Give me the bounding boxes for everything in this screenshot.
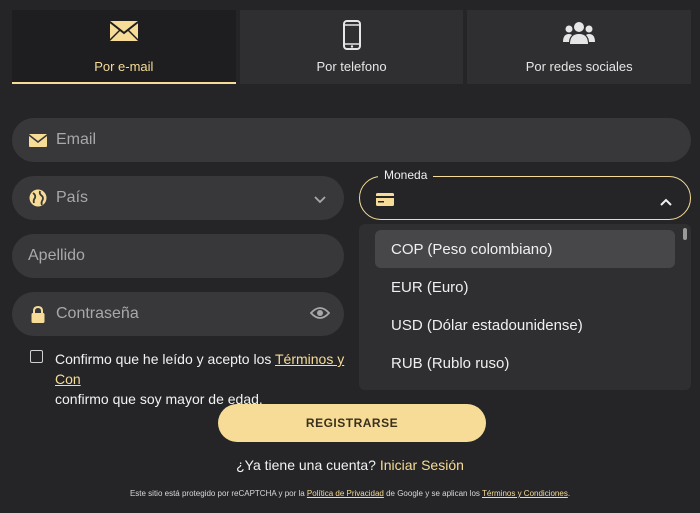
- chevron-up-icon: [660, 193, 672, 211]
- eye-icon[interactable]: [309, 305, 331, 326]
- currency-option-cop[interactable]: COP (Peso colombiano): [375, 230, 675, 268]
- country-select[interactable]: [12, 176, 344, 220]
- dropdown-scrollbar[interactable]: [683, 228, 687, 240]
- envelope-icon: [109, 20, 139, 45]
- currency-select[interactable]: [359, 176, 691, 220]
- terms-conditions-link[interactable]: Términos y Condiciones: [482, 489, 568, 498]
- currency-option-rub[interactable]: RUB (Rublo ruso): [375, 344, 675, 382]
- tab-phone[interactable]: Por telefono: [239, 10, 464, 84]
- recaptcha-text-1: Este sitio está protegido por reCAPTCHA …: [129, 489, 307, 498]
- chevron-down-icon: [314, 191, 326, 209]
- tab-phone-label: Por telefono: [316, 59, 387, 74]
- tab-social-label: Por redes sociales: [525, 59, 633, 74]
- register-button[interactable]: REGISTRARSE: [218, 404, 486, 442]
- tab-social[interactable]: Por redes sociales: [467, 10, 692, 84]
- country-input[interactable]: [56, 189, 296, 207]
- email-field[interactable]: [12, 118, 691, 162]
- tab-email[interactable]: Por e-mail: [12, 10, 236, 84]
- card-icon: [376, 193, 394, 211]
- lastname-input[interactable]: [28, 247, 268, 265]
- password-input[interactable]: [56, 305, 296, 323]
- terms-row: Confirmo que he leído y acepto los Térmi…: [30, 349, 360, 409]
- login-prompt: ¿Ya tiene una cuenta?: [236, 457, 376, 473]
- users-icon: [563, 20, 596, 49]
- tab-email-label: Por e-mail: [94, 59, 154, 74]
- currency-dropdown: COP (Peso colombiano) EUR (Euro) USD (Dó…: [359, 224, 691, 390]
- recaptcha-text-3: .: [567, 489, 571, 498]
- signup-method-tabs: Por e-mail Por telefono Por redes social…: [12, 10, 692, 84]
- recaptcha-notice: Este sitio está protegido por reCAPTCHA …: [0, 489, 700, 498]
- lastname-field[interactable]: [12, 234, 344, 278]
- recaptcha-text-2: de Google y se aplican los: [383, 489, 482, 498]
- password-field[interactable]: [12, 292, 344, 336]
- terms-prefix: Confirmo que he leído y acepto los: [55, 351, 275, 367]
- currency-label: Moneda: [378, 168, 434, 182]
- lock-icon: [28, 304, 48, 324]
- globe-icon: [28, 188, 48, 208]
- terms-text: Confirmo que he leído y acepto los Térmi…: [30, 349, 360, 409]
- envelope-icon: [28, 130, 48, 150]
- privacy-policy-link[interactable]: Política de Privacidad: [307, 489, 384, 498]
- login-link[interactable]: Iniciar Sesión: [380, 457, 464, 473]
- currency-option-usd[interactable]: USD (Dólar estadounidense): [375, 306, 675, 344]
- email-input[interactable]: [56, 131, 296, 149]
- terms-checkbox[interactable]: [30, 350, 43, 363]
- phone-icon: [342, 20, 361, 53]
- login-row: ¿Ya tiene una cuenta? Iniciar Sesión: [0, 457, 700, 473]
- currency-option-eur[interactable]: EUR (Euro): [375, 268, 675, 306]
